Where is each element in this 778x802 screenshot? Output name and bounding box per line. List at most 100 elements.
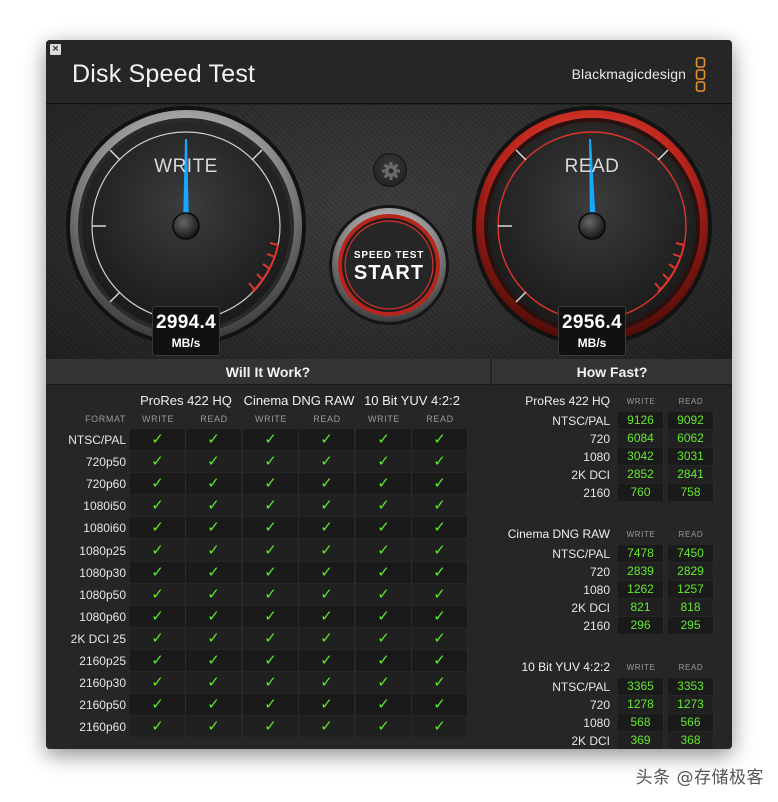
- table-row: 2K DCI 369 368: [492, 732, 732, 749]
- table-row: 2160 760 758: [492, 484, 732, 502]
- checkmark-icon: ✓: [186, 605, 242, 627]
- format-label: 1080i60: [83, 521, 126, 536]
- write-column-header: WRITE: [255, 414, 287, 424]
- settings-button[interactable]: [373, 153, 407, 187]
- format-label: 2160p50: [79, 698, 126, 713]
- checkmark-icon: ✓: [130, 716, 186, 738]
- write-fps-value: 1262: [618, 581, 664, 598]
- write-fps-value: 296: [618, 617, 664, 634]
- checkmark-icon: ✓: [356, 650, 412, 671]
- checkmark-icon: ✓: [243, 561, 299, 583]
- write-fps-value: 3365: [618, 678, 664, 695]
- table-row: 1080 3042 3031: [492, 448, 732, 466]
- checkmark-icon: ✓: [130, 605, 186, 627]
- format-label: 720p50: [85, 455, 126, 470]
- table-row: 2K DCI 821 818: [492, 599, 732, 617]
- checkmark-icon: ✓: [243, 517, 299, 539]
- write-fps-value: 760: [618, 484, 664, 501]
- how-fast-panel: How Fast? ProRes 422 HQ WRITE READ NTSC/PAL…: [492, 359, 732, 749]
- table-row: 720 2839 2829: [492, 563, 732, 581]
- checkmark-icon: ✓: [299, 495, 355, 517]
- checkmark-icon: ✓: [186, 716, 242, 738]
- resolution-label: NTSC/PAL: [552, 414, 610, 428]
- write-speed-value: 2994.4: [156, 312, 216, 333]
- format-label: 720p60: [85, 477, 126, 492]
- read-speed-readout: 2956.4 MB/s: [558, 306, 626, 356]
- read-fps-value: 3353: [668, 678, 714, 695]
- checkmark-icon: ✓: [356, 429, 412, 450]
- checkmark-icon: ✓: [186, 694, 242, 716]
- start-button-big-label: START: [353, 262, 425, 284]
- checkmark-icon: ✓: [243, 694, 299, 716]
- table-row: 720 6084 6062: [492, 430, 732, 448]
- checkmark-icon: ✓: [412, 451, 468, 473]
- resolution-label: 1080: [583, 716, 610, 730]
- write-fps-value: 6084: [618, 430, 664, 447]
- table-row: NTSC/PAL 7478 7450: [492, 545, 732, 563]
- write-fps-value: 3042: [618, 448, 664, 465]
- checkmark-icon: ✓: [130, 517, 186, 539]
- format-label: 2K DCI 25: [70, 631, 126, 646]
- checkmark-icon: ✓: [356, 561, 412, 583]
- resolution-label: NTSC/PAL: [552, 680, 610, 694]
- write-fps-value: 821: [618, 599, 664, 616]
- start-test-button[interactable]: SPEED TEST START: [332, 208, 446, 322]
- checkmark-icon: ✓: [130, 694, 186, 716]
- checkmark-icon: ✓: [299, 694, 355, 716]
- checkmark-icon: ✓: [186, 561, 242, 583]
- table-row: NTSC/PAL ✓ ✓ ✓ ✓ ✓ ✓: [46, 429, 490, 451]
- checkmark-icon: ✓: [243, 605, 299, 627]
- checkmark-icon: ✓: [356, 627, 412, 649]
- resolution-label: 1080: [583, 450, 610, 464]
- resolution-label: 720: [589, 698, 610, 712]
- read-fps-value: 818: [668, 599, 714, 616]
- checkmark-icon: ✓: [130, 495, 186, 517]
- checkmark-icon: ✓: [412, 694, 468, 716]
- checkmark-icon: ✓: [186, 650, 242, 671]
- read-fps-value: 758: [668, 484, 714, 501]
- checkmark-icon: ✓: [412, 627, 468, 649]
- read-fps-value: 3031: [668, 448, 714, 465]
- start-button-small-label: SPEED TEST: [353, 250, 425, 261]
- title-bar: × Disk Speed Test Blackmagicdesign: [46, 40, 732, 104]
- resolution-label: 1080: [583, 583, 610, 597]
- checkmark-icon: ✓: [130, 473, 186, 495]
- start-button-text: SPEED TEST START: [332, 208, 446, 322]
- checkmark-icon: ✓: [186, 517, 242, 539]
- table-row: 1080p60 ✓ ✓ ✓ ✓ ✓ ✓: [46, 605, 490, 628]
- table-row: NTSC/PAL 9126 9092: [492, 412, 732, 430]
- read-column-header: READ: [678, 397, 704, 406]
- table-row: 1080i50 ✓ ✓ ✓ ✓ ✓ ✓: [46, 495, 490, 517]
- table-row: 720 1278 1273: [492, 696, 732, 714]
- checkmark-icon: ✓: [243, 716, 299, 738]
- write-column-header: WRITE: [626, 530, 656, 539]
- checkmark-icon: ✓: [243, 650, 299, 671]
- table-row: 2K DCI 2852 2841: [492, 466, 732, 484]
- read-fps-value: 566: [668, 714, 714, 731]
- checkmark-icon: ✓: [130, 627, 186, 649]
- app-title: Disk Speed Test: [72, 60, 256, 88]
- brand-name: Blackmagicdesign: [571, 66, 686, 82]
- table-row: 720p60 ✓ ✓ ✓ ✓ ✓ ✓: [46, 473, 490, 495]
- checkmark-icon: ✓: [130, 672, 186, 694]
- resolution-label: 2160: [583, 619, 610, 633]
- codec-header: 10 Bit YUV 4:2:2: [364, 393, 460, 408]
- read-fps-value: 295: [668, 617, 714, 634]
- app-window: × Disk Speed Test Blackmagicdesign WRITE…: [46, 40, 732, 749]
- resolution-label: 720: [589, 565, 610, 579]
- checkmark-icon: ✓: [356, 583, 412, 605]
- checkmark-icon: ✓: [243, 539, 299, 561]
- checkmark-icon: ✓: [356, 451, 412, 473]
- format-label: 2160p30: [79, 676, 126, 691]
- checkmark-icon: ✓: [299, 517, 355, 539]
- write-column-header: WRITE: [626, 397, 656, 406]
- read-column-header: READ: [313, 414, 341, 424]
- checkmark-icon: ✓: [299, 650, 355, 671]
- checkmark-icon: ✓: [356, 539, 412, 561]
- checkmark-icon: ✓: [130, 583, 186, 605]
- resolution-label: 2K DCI: [571, 734, 610, 748]
- checkmark-icon: ✓: [299, 539, 355, 561]
- close-icon[interactable]: ×: [50, 44, 61, 55]
- table-row: 2K DCI 25 ✓ ✓ ✓ ✓ ✓ ✓: [46, 627, 490, 650]
- table-row: NTSC/PAL 3365 3353: [492, 678, 732, 696]
